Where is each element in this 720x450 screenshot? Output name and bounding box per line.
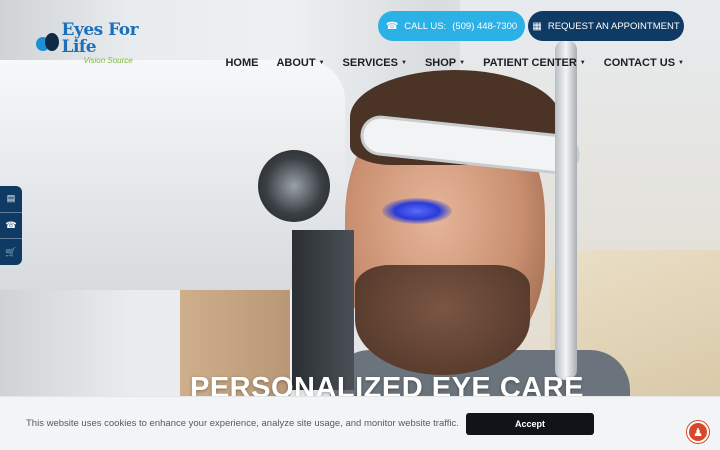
logo-tagline: Vision Source — [83, 55, 133, 65]
nav-about-label: ABOUT — [276, 57, 316, 69]
site-logo[interactable]: Eyes For Life Vision Source — [36, 21, 166, 64]
caret-down-icon: ▼ — [579, 60, 586, 66]
call-label: CALL US: — [404, 20, 447, 32]
caret-down-icon: ▼ — [459, 60, 466, 66]
nav-patient-center[interactable]: PATIENT CENTER ▼ — [483, 57, 586, 69]
call-us-button[interactable]: ☎ CALL US: (509) 448-7300 — [378, 11, 525, 41]
side-tabs: ▤ ☎ 🛒 — [0, 186, 22, 265]
hero-machine-column — [292, 230, 354, 390]
caret-down-icon: ▼ — [318, 60, 325, 66]
hero-lens — [258, 150, 330, 222]
accessibility-icon[interactable]: ♟ — [687, 421, 709, 443]
nav-home[interactable]: HOME — [225, 57, 258, 69]
phone-icon[interactable]: ☎ — [0, 213, 22, 240]
hero-beard — [355, 265, 530, 375]
nav-contact-us-label: CONTACT US — [603, 57, 676, 69]
nav-home-label: HOME — [225, 57, 259, 69]
request-appointment-button[interactable]: ▦ REQUEST AN APPOINTMENT — [528, 11, 684, 41]
main-nav: HOME ABOUT ▼ SERVICES ▼ SHOP ▼ PATIENT C… — [225, 55, 684, 71]
cart-icon[interactable]: 🛒 — [0, 239, 22, 265]
cookie-text: This website uses cookies to enhance you… — [26, 418, 459, 429]
nav-services-label: SERVICES — [342, 57, 398, 69]
hero-pole — [555, 40, 577, 380]
cookie-banner: This website uses cookies to enhance you… — [0, 396, 720, 450]
phone-icon: ☎ — [385, 20, 399, 32]
caret-down-icon: ▼ — [400, 60, 407, 66]
hero-blue-light — [382, 198, 452, 224]
caret-down-icon: ▼ — [678, 60, 684, 66]
nav-shop[interactable]: SHOP ▼ — [425, 57, 465, 69]
accept-cookies-button[interactable]: Accept — [466, 413, 594, 435]
call-number: (509) 448-7300 — [452, 20, 518, 32]
logo-title: Eyes For Life — [61, 19, 139, 57]
nav-patient-center-label: PATIENT CENTER — [483, 57, 577, 69]
calendar-icon: ▦ — [532, 20, 542, 32]
logo-mark-icon — [36, 31, 59, 55]
nav-shop-label: SHOP — [424, 57, 457, 69]
appointment-label: REQUEST AN APPOINTMENT — [547, 20, 680, 32]
nav-about[interactable]: ABOUT ▼ — [276, 57, 324, 69]
id-card-icon[interactable]: ▤ — [0, 186, 22, 213]
nav-services[interactable]: SERVICES ▼ — [343, 57, 407, 69]
nav-contact-us[interactable]: CONTACT US ▼ — [604, 57, 684, 69]
